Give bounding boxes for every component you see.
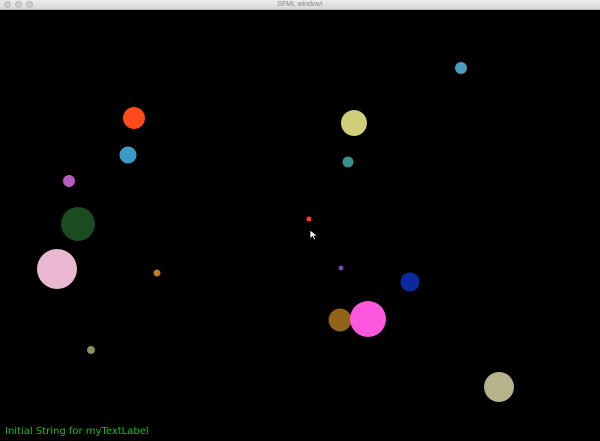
render-canvas[interactable] bbox=[0, 10, 600, 441]
brown-circle bbox=[328, 308, 352, 332]
arrow-cursor-icon bbox=[309, 229, 319, 241]
pink-circle bbox=[37, 249, 77, 289]
khaki-circle bbox=[484, 372, 514, 402]
circle-layer bbox=[37, 62, 514, 402]
window-title: SFML window! bbox=[277, 1, 323, 8]
title-bar: SFML window! bbox=[0, 0, 600, 10]
sfml-window: SFML window! Initial String for myTextLa… bbox=[0, 0, 600, 441]
navy-circle bbox=[400, 272, 420, 292]
red-dot-circle bbox=[306, 216, 312, 222]
top-right-blue-circle bbox=[455, 62, 467, 74]
orange-circle bbox=[123, 107, 145, 129]
violet-dot-circle bbox=[338, 265, 344, 271]
my-text-label: Initial String for myTextLabel bbox=[5, 426, 149, 437]
purple-circle bbox=[63, 175, 75, 187]
yellow-circle bbox=[341, 110, 367, 136]
dark-green-circle bbox=[61, 207, 95, 241]
magenta-circle bbox=[350, 301, 386, 337]
blue-circle bbox=[119, 146, 137, 164]
olive-circle bbox=[87, 346, 95, 354]
teal-circle bbox=[342, 156, 354, 168]
small-orange-circle bbox=[153, 269, 161, 277]
